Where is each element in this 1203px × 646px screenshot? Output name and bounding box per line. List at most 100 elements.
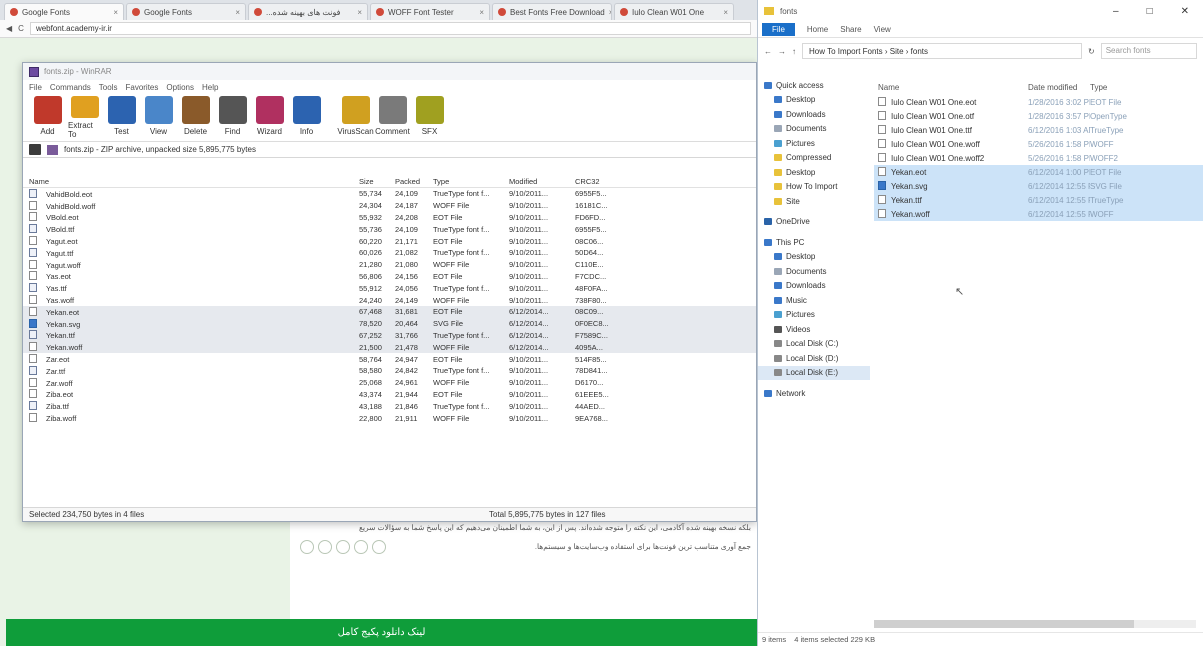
forward-icon[interactable]: → (778, 47, 786, 56)
toolbar-button-sfx[interactable]: SFX (413, 96, 446, 139)
list-item[interactable]: Iulo Clean W01 One.woff 5/26/2016 1:58 PM… (874, 137, 1203, 151)
browser-tab[interactable]: WOFF Font Tester × (370, 3, 490, 20)
nav-item[interactable]: Local Disk (D:) (758, 351, 870, 366)
search-input[interactable]: Search fonts (1100, 43, 1197, 59)
list-item[interactable]: Yekan.ttf 6/12/2014 12:55 PMTrueType (874, 193, 1203, 207)
column-header[interactable]: Name (23, 177, 353, 186)
close-tab-icon[interactable]: × (479, 8, 484, 17)
list-item[interactable]: Yekan.eot 6/12/2014 1:00 PM EOT File (874, 165, 1203, 179)
close-tab-icon[interactable]: × (357, 8, 362, 17)
browser-tab[interactable]: Iulo Clean W01 One × (614, 3, 734, 20)
share-icon[interactable] (300, 540, 314, 554)
minimize-icon[interactable]: – (1113, 6, 1119, 17)
back-icon[interactable]: ← (764, 47, 772, 56)
table-row[interactable]: Yekan.eot 67,468 31,681 EOT File 6/12/2014..… (23, 305, 756, 318)
table-row[interactable]: Ziba.woff 22,800 21,911 WOFF File 9/10/2011.… (23, 412, 756, 424)
refresh-icon[interactable]: ↻ (1088, 47, 1095, 56)
ribbon-tab[interactable]: Share (840, 25, 861, 34)
toolbar-button-virusscan[interactable]: VirusScan (337, 96, 374, 139)
column-header[interactable]: Packed (389, 177, 427, 186)
browser-tab[interactable]: Best Fonts Free Download × (492, 3, 612, 20)
table-row[interactable]: VahidBold.woff 24,304 24,187 WOFF File 9/10/… (23, 200, 756, 212)
url-input[interactable]: webfont.academy-ir.ir (29, 22, 751, 35)
nav-item[interactable]: Local Disk (C:) (758, 337, 870, 352)
close-tab-icon[interactable]: × (723, 8, 728, 17)
menu-item[interactable]: Options (166, 83, 194, 92)
nav-item[interactable]: Music (758, 293, 870, 308)
list-item[interactable]: Iulo Clean W01 One.woff2 5/26/2016 1:58 P… (874, 151, 1203, 165)
nav-item[interactable]: Desktop (758, 165, 870, 180)
nav-item[interactable]: OneDrive (758, 215, 870, 230)
reload-icon[interactable]: C (18, 24, 24, 33)
nav-item[interactable]: Videos (758, 322, 870, 337)
nav-item[interactable]: This PC (758, 235, 870, 250)
table-row[interactable]: Yas.eot 56,806 24,156 EOT File 9/10/2011... F… (23, 271, 756, 283)
ribbon-tab[interactable]: File (762, 23, 795, 36)
table-row[interactable]: Ziba.ttf 43,188 21,846 TrueType font f... 9/… (23, 400, 756, 412)
menu-item[interactable]: Help (202, 83, 218, 92)
column-header[interactable]: Type (1090, 83, 1130, 92)
table-row[interactable]: Yekan.ttf 67,252 31,766 TrueType font f... 6… (23, 329, 756, 342)
nav-item[interactable]: Desktop (758, 93, 870, 108)
ribbon-tab[interactable]: Home (807, 25, 828, 34)
table-row[interactable]: Yas.ttf 55,912 24,056 TrueType font f... 9/1… (23, 282, 756, 294)
column-header[interactable]: Type (427, 177, 503, 186)
list-item[interactable]: Yekan.woff 6/12/2014 12:55 PMWOFF (874, 207, 1203, 221)
scrollbar-thumb[interactable] (874, 620, 1134, 628)
share-icon[interactable] (336, 540, 350, 554)
list-item[interactable]: Iulo Clean W01 One.eot 1/28/2016 3:02 PM E… (874, 95, 1203, 109)
toolbar-button-test[interactable]: Test (105, 96, 138, 139)
nav-item[interactable]: Pictures (758, 308, 870, 323)
back-icon[interactable]: ◀ (6, 24, 12, 33)
table-row[interactable]: Yagut.eot 60,220 21,171 EOT File 9/10/2011..… (23, 235, 756, 247)
list-item[interactable]: Iulo Clean W01 One.otf 1/28/2016 3:57 PM O… (874, 109, 1203, 123)
close-tab-icon[interactable]: × (235, 8, 240, 17)
table-row[interactable]: Ziba.eot 43,374 21,944 EOT File 9/10/2011...… (23, 389, 756, 401)
close-icon[interactable]: ✕ (1181, 6, 1189, 17)
share-icon[interactable] (318, 540, 332, 554)
table-row[interactable]: VBold.ttf 55,736 24,109 TrueType font f... 9… (23, 223, 756, 235)
nav-item[interactable]: Quick access (758, 78, 870, 93)
toolbar-button-add[interactable]: Add (31, 96, 64, 139)
breadcrumb[interactable]: How To Import Fonts › Site › fonts (802, 43, 1082, 59)
close-tab-icon[interactable]: × (113, 8, 118, 17)
toolbar-button-extract-to[interactable]: Extract To (68, 96, 101, 139)
nav-item[interactable]: Network (758, 386, 870, 401)
table-row[interactable]: Yas.woff 24,240 24,149 WOFF File 9/10/2011..… (23, 294, 756, 306)
nav-item[interactable]: Documents (758, 264, 870, 279)
column-header[interactable]: Size (353, 177, 389, 186)
nav-item[interactable]: How To Import (758, 180, 870, 195)
table-row[interactable]: VBold.eot 55,932 24,208 EOT File 9/10/2011..… (23, 212, 756, 224)
column-header[interactable]: Modified (503, 177, 569, 186)
maximize-icon[interactable]: □ (1147, 6, 1153, 17)
toolbar-button-view[interactable]: View (142, 96, 175, 139)
nav-item[interactable]: Downloads (758, 279, 870, 294)
nav-item[interactable]: Compressed (758, 151, 870, 166)
browser-tab[interactable]: Google Fonts × (126, 3, 246, 20)
horizontal-scrollbar[interactable] (874, 620, 1196, 628)
menu-item[interactable]: File (29, 83, 42, 92)
table-row[interactable]: Zar.ttf 58,580 24,842 TrueType font f... 9/1… (23, 365, 756, 377)
menu-item[interactable]: Tools (99, 83, 118, 92)
list-item[interactable]: Yekan.svg 6/12/2014 12:55 PMSVG File (874, 179, 1203, 193)
up-folder-icon[interactable] (29, 144, 41, 155)
ribbon-tab[interactable]: View (874, 25, 891, 34)
table-row[interactable]: Yagut.woff 21,280 21,080 WOFF File 9/10/2011… (23, 259, 756, 271)
toolbar-button-delete[interactable]: Delete (179, 96, 212, 139)
download-package-bar[interactable]: لینک دانلود پکیج کامل (6, 619, 757, 646)
nav-item[interactable]: Desktop (758, 250, 870, 265)
share-icon[interactable] (354, 540, 368, 554)
nav-item[interactable]: Pictures (758, 136, 870, 151)
nav-item[interactable]: Documents (758, 122, 870, 137)
table-row[interactable]: Yekan.woff 21,500 21,478 WOFF File 6/12/2014… (23, 341, 756, 354)
table-row[interactable]: Zar.eot 58,764 24,947 EOT File 9/10/2011... 5… (23, 353, 756, 365)
browser-tab[interactable]: Google Fonts × (4, 3, 124, 20)
table-row[interactable]: Zar.woff 25,068 24,961 WOFF File 9/10/2011..… (23, 377, 756, 389)
toolbar-button-find[interactable]: Find (216, 96, 249, 139)
column-header[interactable]: CRC32 (569, 177, 633, 186)
list-item[interactable]: Iulo Clean W01 One.ttf 6/12/2016 1:03 AM T… (874, 123, 1203, 137)
browser-tab[interactable]: ...فونت های بهینه شده × (248, 3, 368, 20)
column-header[interactable]: Name (878, 83, 1028, 92)
menu-item[interactable]: Commands (50, 83, 91, 92)
table-row[interactable]: Yagut.ttf 60,026 21,082 TrueType font f... 9… (23, 247, 756, 259)
